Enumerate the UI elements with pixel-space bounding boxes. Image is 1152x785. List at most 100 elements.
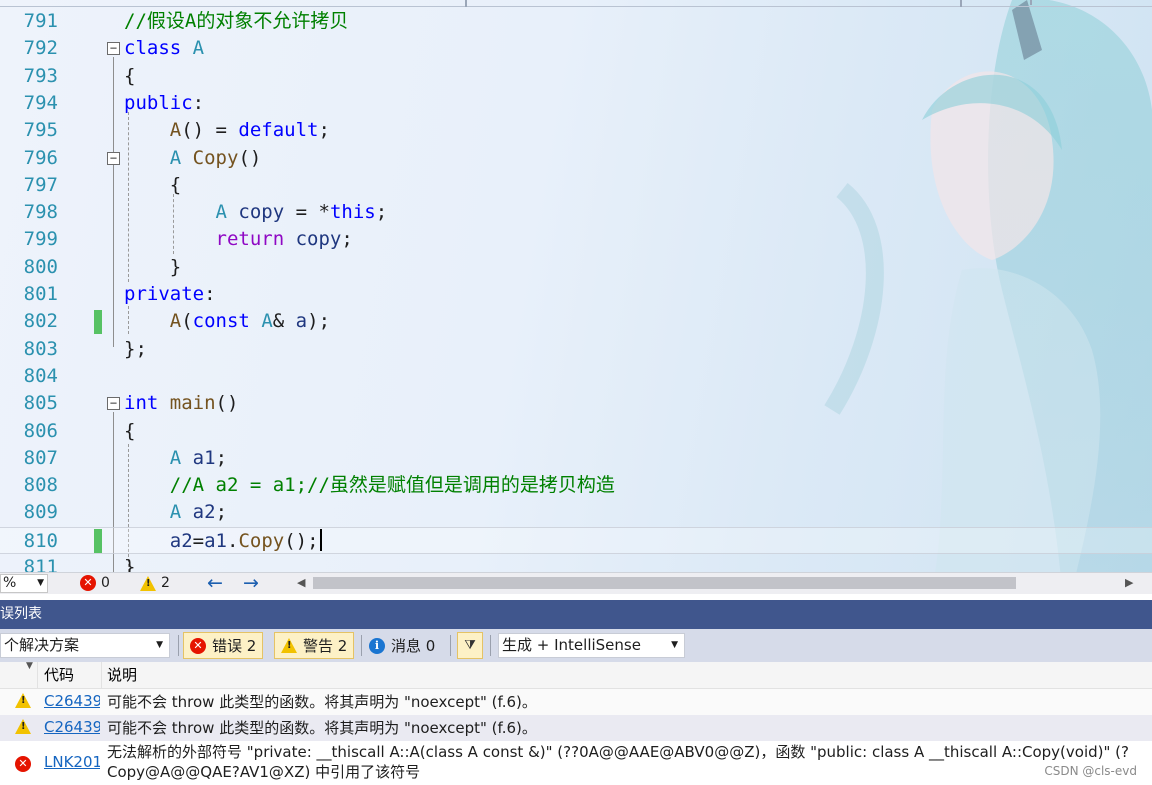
code-keyword: return xyxy=(215,228,285,250)
code-variable: a2 xyxy=(192,501,216,523)
line-number: 805 xyxy=(23,392,58,414)
errors-filter-label: 错误 2 xyxy=(212,637,257,655)
line-number: 801 xyxy=(23,283,58,305)
code-text: } xyxy=(124,556,136,572)
code-punct: () xyxy=(238,147,262,169)
error-icon: ✕ xyxy=(80,575,96,591)
code-line[interactable]: 803 }; xyxy=(0,336,1152,363)
code-keyword: private xyxy=(124,283,205,305)
code-line[interactable]: 807 A a1; xyxy=(0,445,1152,472)
code-punct: (); xyxy=(284,530,319,552)
warning-icon xyxy=(15,719,31,738)
column-header-code[interactable]: 代码 xyxy=(44,662,74,689)
scroll-right-icon[interactable]: ▶ xyxy=(1125,576,1133,589)
code-line[interactable]: 794 public: xyxy=(0,90,1152,117)
line-number: 808 xyxy=(23,474,58,496)
table-row[interactable]: C26439 可能不会 throw 此类型的函数。将其声明为 "noexcept… xyxy=(0,689,1152,715)
code-line[interactable]: 811 } xyxy=(0,554,1152,572)
error-description: 无法解析的外部符号 "private: __thiscall A::A(clas… xyxy=(107,743,1129,781)
source-value: 生成 + IntelliSense xyxy=(502,636,641,654)
source-select[interactable]: 生成 + IntelliSense ▼ xyxy=(498,633,685,658)
change-indicator xyxy=(94,310,102,334)
code-line[interactable]: 793 { xyxy=(0,63,1152,90)
line-number: 807 xyxy=(23,447,58,469)
code-keyword: class xyxy=(124,37,182,59)
scrollbar-thumb[interactable] xyxy=(313,577,1016,589)
line-number: 810 xyxy=(23,530,58,552)
code-function: Copy xyxy=(238,530,285,552)
warning-count-indicator[interactable]: 2 xyxy=(140,575,170,591)
collapse-icon[interactable]: − xyxy=(107,397,120,410)
line-number: 804 xyxy=(23,365,58,387)
code-punct: ; xyxy=(215,447,228,469)
horizontal-scrollbar[interactable] xyxy=(313,577,1119,589)
messages-filter-button[interactable]: i 消息 0 xyxy=(363,632,441,659)
code-type: A xyxy=(192,37,205,59)
code-line[interactable]: 801 private: xyxy=(0,281,1152,308)
error-code-link[interactable]: C26439 xyxy=(44,718,100,736)
line-number: 806 xyxy=(23,420,58,442)
warnings-filter-button[interactable]: 警告 2 xyxy=(274,632,355,659)
code-keyword: default xyxy=(238,119,319,141)
code-line[interactable]: 797 { xyxy=(0,172,1152,199)
code-function: main xyxy=(169,392,216,414)
warning-icon xyxy=(281,638,297,653)
code-punct: ( xyxy=(181,310,193,332)
error-icon: ✕ xyxy=(190,637,206,654)
code-line[interactable]: 796 − A Copy() xyxy=(0,145,1152,172)
code-line[interactable]: 809 A a2; xyxy=(0,499,1152,526)
error-count-indicator[interactable]: ✕ 0 xyxy=(80,575,110,591)
collapse-icon[interactable]: − xyxy=(107,152,120,165)
error-list-table: ▼ 代码 说明 C26439 可能不会 throw 此类型的函数。将其声明为 "… xyxy=(0,661,1152,785)
text-cursor xyxy=(319,529,322,551)
line-number: 802 xyxy=(23,310,58,332)
code-line[interactable]: 799 return copy; xyxy=(0,226,1152,253)
chevron-down-icon: ▼ xyxy=(156,640,163,650)
error-description: 可能不会 throw 此类型的函数。将其声明为 "noexcept" (f.6)… xyxy=(107,719,537,737)
code-line[interactable]: 795 A() = default; xyxy=(0,117,1152,144)
code-line[interactable]: 808 //A a2 = a1;//虽然是赋值但是调用的是拷贝构造 xyxy=(0,472,1152,499)
code-punct: ; xyxy=(341,228,353,250)
error-code-link[interactable]: LNK2019 xyxy=(44,753,100,771)
code-punct: = xyxy=(192,530,205,552)
code-line[interactable]: 806 { xyxy=(0,418,1152,445)
code-variable: a1 xyxy=(192,447,216,469)
sort-icon: ▼ xyxy=(26,661,33,671)
line-number: 800 xyxy=(23,256,58,278)
code-text: { xyxy=(169,174,182,196)
code-line[interactable]: 802 A(const A& a); xyxy=(0,308,1152,335)
column-header-description[interactable]: 说明 xyxy=(107,662,137,689)
code-editor[interactable]: 791 //假设A的对象不允许拷贝 792 − class A 793 { 79… xyxy=(0,0,1152,572)
filter-icon[interactable]: ⧩ xyxy=(457,632,483,659)
line-number: 809 xyxy=(23,501,58,523)
code-line[interactable]: 804 xyxy=(0,363,1152,390)
code-function: Copy xyxy=(192,147,239,169)
code-line[interactable]: 798 A copy = *this; xyxy=(0,199,1152,226)
navigate-forward-icon[interactable]: → xyxy=(243,572,259,594)
error-description: 可能不会 throw 此类型的函数。将其声明为 "noexcept" (f.6)… xyxy=(107,693,537,711)
line-number: 791 xyxy=(23,10,58,32)
error-code-link[interactable]: C26439 xyxy=(44,692,100,710)
warnings-filter-label: 警告 2 xyxy=(303,637,348,655)
table-header: ▼ 代码 说明 xyxy=(0,661,1152,689)
code-variable: copy xyxy=(295,228,342,250)
line-number: 793 xyxy=(23,65,58,87)
code-keyword: int xyxy=(124,392,159,414)
table-row[interactable]: ✕ LNK2019 无法解析的外部符号 "private: __thiscall… xyxy=(0,741,1152,785)
code-line[interactable]: 791 //假设A的对象不允许拷贝 xyxy=(0,8,1152,35)
table-row[interactable]: C26439 可能不会 throw 此类型的函数。将其声明为 "noexcept… xyxy=(0,715,1152,741)
scroll-left-icon[interactable]: ◀ xyxy=(297,576,305,589)
current-code-line[interactable]: 810 a2=a1.Copy(); xyxy=(0,527,1152,554)
code-line[interactable]: 805 − int main() xyxy=(0,390,1152,417)
code-punct: ; xyxy=(318,119,330,141)
code-keyword: this xyxy=(329,201,376,223)
line-number: 797 xyxy=(23,174,58,196)
collapse-icon[interactable]: − xyxy=(107,42,120,55)
code-line[interactable]: 792 − class A xyxy=(0,35,1152,62)
errors-filter-button[interactable]: ✕ 错误 2 xyxy=(183,632,264,659)
code-punct: = * xyxy=(284,201,330,223)
zoom-value: % xyxy=(3,575,17,591)
code-line[interactable]: 800 } xyxy=(0,254,1152,281)
navigate-back-icon[interactable]: ← xyxy=(207,572,223,594)
zoom-select[interactable]: % ▼ xyxy=(0,574,48,593)
